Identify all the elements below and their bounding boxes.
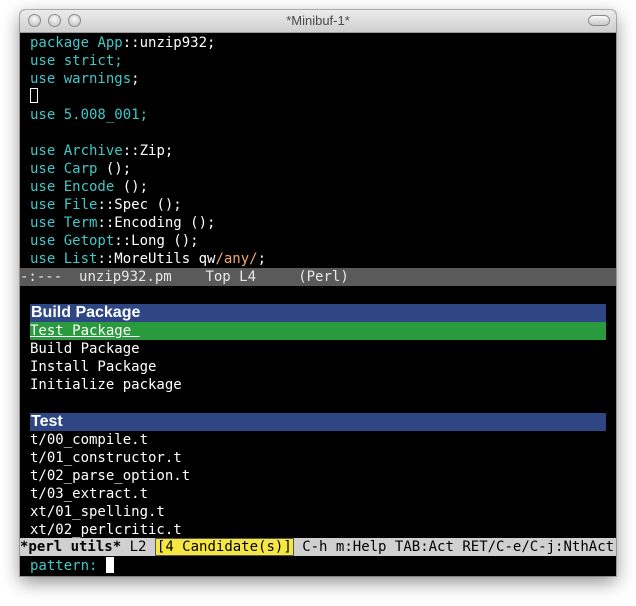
code-token: (); (97, 161, 132, 177)
code-token: ::Encoding (); (97, 215, 216, 231)
code-token: (); (114, 179, 149, 195)
code-token: warnings (63, 71, 132, 87)
code-line: use Carp (); (30, 160, 616, 178)
code-token: use (30, 107, 64, 123)
candidate-section: Build Package Test Package Build Package I… (30, 304, 606, 394)
code-token: use (30, 161, 64, 177)
pattern-prompt: pattern: (30, 558, 106, 574)
candidate-item[interactable]: t/00_compile.t (30, 431, 606, 449)
section-header: Build Package (30, 304, 606, 322)
modeline-position: Top L4 (205, 269, 257, 285)
code-line: use Archive::Zip; (30, 142, 616, 160)
code-token: use (30, 71, 64, 87)
code-token: App (97, 35, 123, 51)
code-token: /any/ (215, 251, 258, 267)
modeline-major-mode: (Perl) (298, 269, 349, 285)
code-token: ::unzip932; (122, 35, 216, 51)
code-token: use (30, 197, 64, 213)
candidate-count-badge: [4 Candidate(s)] (154, 538, 294, 556)
code-line: use Term::Encoding (); (30, 214, 616, 232)
section-header: Test (30, 413, 606, 431)
code-token: Getopt (63, 233, 115, 249)
candidate-item[interactable]: xt/01_spelling.t (30, 503, 606, 521)
code-token: ::Spec (); (97, 197, 182, 213)
text-cursor (30, 88, 38, 103)
candidate-item[interactable]: Install Package (30, 358, 606, 376)
modeline-buffer-name: unzip932.pm (79, 269, 172, 285)
emacs-window: *Minibuf-1* package App::unzip932; use st… (20, 10, 616, 576)
code-token: ::Zip; (122, 143, 174, 159)
code-token: Carp (63, 161, 98, 177)
code-token: Archive (63, 143, 123, 159)
candidate-item[interactable]: Build Package (30, 340, 606, 358)
code-line: use 5.008_001; (30, 106, 616, 124)
code-line (30, 88, 616, 106)
code-line: use Getopt::Long (); (30, 232, 616, 250)
candidate-item[interactable]: xt/02_perlcritic.t (30, 521, 606, 539)
code-token: List (63, 251, 98, 267)
code-token: use (30, 215, 64, 231)
code-token: use (30, 179, 64, 195)
code-token: Encode (63, 179, 115, 195)
code-line: use Encode (); (30, 178, 616, 196)
modeline-flags: -:--- (20, 269, 63, 285)
code-token: package (30, 35, 98, 51)
code-token: Term (63, 215, 98, 231)
code-line: package App::unzip932; (30, 34, 616, 52)
separator (20, 286, 616, 302)
code-token: ::MoreUtils qw (97, 251, 216, 267)
candidate-section: Test t/00_compile.t t/01_constructor.t t/02… (30, 413, 606, 539)
candidate-item[interactable]: t/03_extract.t (30, 485, 606, 503)
code-token: ; (257, 251, 267, 267)
minibuffer[interactable]: pattern: (20, 556, 616, 576)
code-token: 5.008_001; (63, 107, 149, 123)
code-token: ; (131, 71, 140, 87)
pattern-input-cursor[interactable] (105, 557, 114, 573)
code-token: use (30, 251, 64, 267)
candidate-item[interactable]: Test Package (30, 322, 606, 340)
perl-source-buffer[interactable]: package App::unzip932; use strict; use war… (30, 34, 616, 268)
code-token: use (30, 143, 64, 159)
code-line: use strict; (30, 52, 616, 70)
anything-mode-line: *perl utils* L2 [4 Candidate(s)] C-h m:H… (20, 538, 616, 556)
code-line: use List::MoreUtils qw/any/; (30, 250, 616, 268)
anything-buffer-name: *perl utils* (20, 539, 122, 555)
title-bar: *Minibuf-1* (20, 10, 616, 33)
candidate-item[interactable]: t/02_parse_option.t (30, 467, 606, 485)
code-token: ::Long (); (114, 233, 199, 249)
candidate-item[interactable]: t/01_constructor.t (30, 449, 606, 467)
toolbar-toggle-button[interactable] (588, 15, 610, 26)
code-token: use (30, 233, 64, 249)
keybinding-help: C-h m:Help TAB:Act RET/C-e/C-j:NthAct -- (302, 539, 616, 555)
code-token: File (63, 197, 98, 213)
window-title: *Minibuf-1* (286, 13, 350, 28)
source-mode-line: -:--- unzip932.pm Top L4 (Perl) (20, 268, 616, 286)
candidate-item[interactable]: Initialize package (30, 376, 606, 394)
code-line: use File::Spec (); (30, 196, 616, 214)
code-token: use (30, 53, 64, 69)
code-line: use warnings; (30, 70, 616, 88)
code-token: strict; (63, 53, 123, 69)
anything-line-number: L2 (129, 539, 147, 555)
